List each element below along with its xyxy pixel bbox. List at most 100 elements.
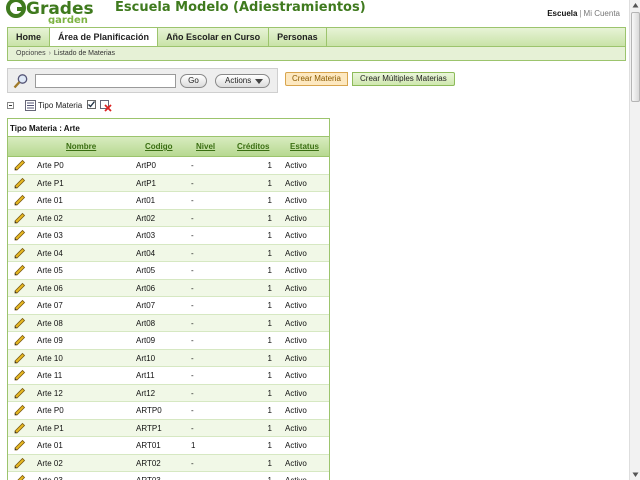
cell-nombre: Arte P0 [37, 161, 64, 170]
table-row[interactable]: Arte 09 Art09 - 1 Activo [8, 332, 329, 350]
table-row[interactable]: Arte P0 ARTP0 - 1 Activo [8, 402, 329, 420]
cell-estatus: Activo [285, 266, 307, 275]
table-row[interactable]: Arte 07 Art07 - 1 Activo [8, 297, 329, 315]
cell-estatus: Activo [285, 353, 307, 363]
pencil-edit-icon[interactable] [14, 334, 26, 346]
pencil-edit-icon[interactable] [14, 317, 26, 329]
column-header-creditos[interactable]: Créditos [237, 142, 269, 151]
cell-codigo: Art09 [136, 336, 156, 345]
pencil-edit-icon[interactable] [14, 352, 26, 364]
page-scrollbar[interactable] [629, 0, 640, 480]
cell-nombre: Arte 02 [37, 213, 63, 223]
pencil-edit-icon[interactable] [14, 387, 26, 399]
cell-estatus: Activo [285, 231, 307, 240]
create-materia-button[interactable]: Crear Materia [285, 72, 348, 86]
pencil-edit-icon[interactable] [14, 264, 26, 276]
cell-nivel: - [191, 371, 194, 380]
table-row[interactable]: Arte 03 ART03 - 1 Activo [8, 472, 329, 480]
cell-codigo: ArtP0 [136, 161, 157, 170]
pencil-edit-icon[interactable] [14, 422, 26, 434]
cell-estatus: Activo [285, 196, 307, 205]
cell-codigo: Art11 [136, 371, 155, 380]
scroll-down-arrow-icon[interactable] [631, 470, 640, 479]
pencil-edit-icon[interactable] [14, 247, 26, 259]
cell-estatus: Activo [285, 476, 307, 480]
table-row[interactable]: Arte 02 ART02 - 1 Activo [8, 454, 329, 472]
cell-nivel: - [191, 423, 194, 433]
tab-personas[interactable]: Personas [269, 28, 327, 46]
pencil-edit-icon[interactable] [14, 369, 26, 381]
cell-nivel: 1 [191, 441, 196, 450]
table-row[interactable]: Arte 11 Art11 - 1 Activo [8, 367, 329, 385]
go-button[interactable]: Go [180, 74, 207, 88]
grades-garden-logo[interactable]: Grades garden [6, 0, 104, 26]
my-account-link[interactable]: Mi Cuenta [584, 9, 620, 18]
pencil-edit-icon[interactable] [14, 457, 26, 469]
tab-home[interactable]: Home [8, 28, 51, 46]
table-row[interactable]: Arte 03 Art03 - 1 Activo [8, 227, 329, 245]
pencil-edit-icon[interactable] [14, 299, 26, 311]
pencil-edit-icon[interactable] [14, 194, 26, 206]
cell-nivel: - [191, 476, 194, 480]
table-row[interactable]: Arte P0 ArtP0 - 1 Activo [8, 157, 329, 175]
breadcrumb-opciones[interactable]: Opciones [16, 50, 46, 57]
search-icon[interactable] [13, 73, 29, 89]
cell-nivel: - [191, 353, 194, 363]
cell-estatus: Activo [285, 388, 307, 398]
actions-button[interactable]: Actions [215, 74, 270, 88]
table-row[interactable]: Arte 01 ART01 1 1 Activo [8, 437, 329, 455]
table-row[interactable]: Arte 02 Art02 - 1 Activo [8, 209, 329, 227]
column-header-estatus[interactable]: Estatus [290, 142, 319, 151]
scrollbar-thumb[interactable] [631, 12, 640, 102]
table-row[interactable]: Arte 08 Art08 - 1 Activo [8, 314, 329, 332]
cell-nivel: - [191, 161, 194, 170]
create-multiple-materias-button[interactable]: Crear Múltiples Materias [352, 72, 455, 86]
group-title: Tipo Materia : Arte [8, 119, 329, 137]
cell-nombre: Arte 09 [37, 336, 63, 345]
table-row[interactable]: Arte P1 ARTP1 - 1 Activo [8, 419, 329, 437]
pencil-edit-icon[interactable] [14, 212, 26, 224]
cell-creditos: 1 [267, 196, 272, 205]
scroll-up-arrow-icon[interactable] [631, 1, 640, 10]
cell-codigo: Art03 [136, 231, 156, 240]
column-header-codigo[interactable]: Codigo [145, 142, 173, 151]
table-body: Arte P0 ArtP0 - 1 Activo Arte P1 ArtP1 - 1 Activo… [8, 157, 329, 480]
cell-codigo: Art01 [136, 196, 156, 205]
table-row[interactable]: Arte 10 Art10 - 1 Activo [8, 349, 329, 367]
cell-nombre: Arte 05 [37, 266, 63, 275]
pencil-edit-icon[interactable] [14, 474, 26, 480]
tab-area-planificacion[interactable]: Área de Planificación [50, 28, 159, 47]
pencil-edit-icon[interactable] [14, 177, 26, 189]
table-row[interactable]: Arte 04 Art04 - 1 Activo [8, 244, 329, 262]
table-row[interactable]: Arte 05 Art05 - 1 Activo [8, 262, 329, 280]
table-row[interactable]: Arte P1 ArtP1 - 1 Activo [8, 174, 329, 192]
table-row[interactable]: Arte 01 Art01 - 1 Activo [8, 192, 329, 210]
cell-codigo: ART02 [136, 458, 161, 468]
cell-nombre: Arte P1 [37, 178, 64, 188]
cell-nivel: - [191, 388, 194, 398]
column-header-nivel[interactable]: Nivel [196, 142, 215, 151]
cell-codigo: Art07 [136, 301, 156, 310]
collapse-icon[interactable] [7, 102, 14, 109]
pencil-edit-icon[interactable] [14, 282, 26, 294]
pencil-edit-icon[interactable] [14, 229, 26, 241]
pencil-edit-icon[interactable] [14, 159, 26, 171]
column-header-nombre[interactable]: Nombre [66, 142, 96, 151]
breadcrumb-separator: › [48, 50, 51, 57]
tab-ano-escolar[interactable]: Año Escolar en Curso [158, 28, 270, 46]
cell-codigo: Art05 [136, 266, 156, 275]
cell-nombre: Arte 03 [37, 231, 63, 240]
cell-estatus: Activo [285, 406, 307, 415]
school-link[interactable]: Escuela [547, 9, 577, 18]
cell-nivel: - [191, 196, 194, 205]
cell-creditos: 1 [267, 441, 272, 450]
cell-codigo: ARTP1 [136, 423, 162, 433]
cell-nivel: - [191, 406, 194, 415]
search-input[interactable] [35, 74, 176, 88]
pencil-edit-icon[interactable] [14, 439, 26, 451]
checkbox-icon[interactable] [87, 100, 96, 109]
delete-icon[interactable] [100, 100, 112, 112]
table-row[interactable]: Arte 06 Art06 - 1 Activo [8, 279, 329, 297]
table-row[interactable]: Arte 12 Art12 - 1 Activo [8, 384, 329, 402]
pencil-edit-icon[interactable] [14, 404, 26, 416]
